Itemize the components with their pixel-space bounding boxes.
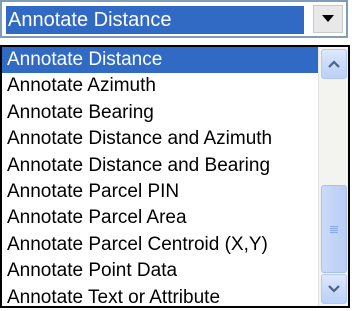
dropdown-items: Annotate Distance Annotate Azimuth Annot… [2, 47, 318, 308]
list-item[interactable]: Annotate Azimuth [2, 73, 318, 99]
combobox-selected-value[interactable]: Annotate Distance [6, 6, 304, 34]
vertical-scrollbar[interactable] [318, 47, 348, 306]
annotation-type-combobox[interactable]: Annotate Distance [0, 0, 348, 38]
grip-icon [330, 225, 338, 233]
list-item[interactable]: Annotate Parcel Area [2, 205, 318, 231]
scroll-thumb[interactable] [321, 185, 347, 273]
scroll-down-button[interactable] [321, 274, 347, 304]
dropdown-list[interactable]: Annotate Distance Annotate Azimuth Annot… [0, 45, 350, 308]
list-item[interactable]: Annotate Text or Attribute [2, 285, 318, 311]
list-item[interactable]: Annotate Parcel PIN [2, 179, 318, 205]
dropdown-button[interactable] [313, 5, 343, 33]
chevron-down-icon [328, 280, 340, 298]
list-item[interactable]: Annotate Point Data [2, 258, 318, 284]
chevron-down-icon [322, 15, 334, 23]
chevron-up-icon [328, 55, 340, 73]
scroll-up-button[interactable] [321, 49, 347, 79]
list-item[interactable]: Annotate Distance and Azimuth [2, 126, 318, 152]
list-item[interactable]: Annotate Parcel Centroid (X,Y) [2, 232, 318, 258]
list-item[interactable]: Annotate Bearing [2, 100, 318, 126]
list-item[interactable]: Annotate Distance and Bearing [2, 153, 318, 179]
list-item[interactable]: Annotate Distance [2, 47, 318, 74]
